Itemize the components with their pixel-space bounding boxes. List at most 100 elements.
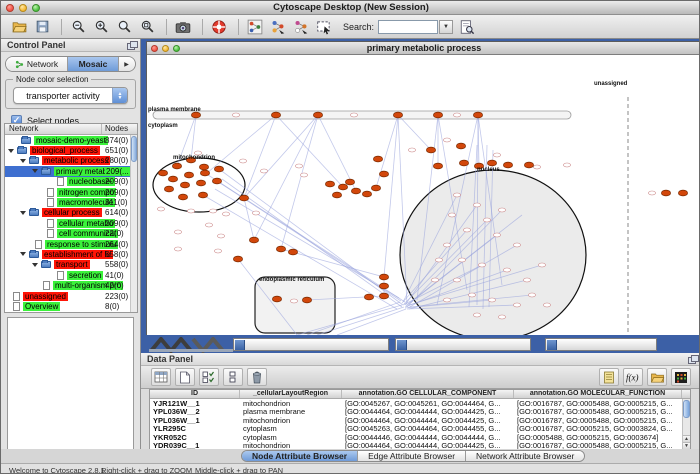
gene-node-small[interactable] [214,249,221,253]
zoom-out-icon[interactable] [68,17,88,37]
network-edge[interactable] [254,115,318,240]
gene-node[interactable] [249,237,258,243]
gene-node-small[interactable] [453,193,460,197]
unified-attributes-icon[interactable] [223,368,243,386]
gene-node-small[interactable] [252,211,259,215]
gene-node-small[interactable] [205,223,212,227]
tree-row[interactable]: secretion41(0) [5,270,130,280]
gene-node-small[interactable] [563,163,570,167]
annotation-notes-icon[interactable] [599,368,619,386]
tree-row[interactable]: cellular metabo209(0) [5,218,130,228]
tree-row[interactable]: metabolic process280(0) [5,156,130,166]
col-cellular-layout-region[interactable]: _cellularLayoutRegion [240,390,342,398]
gene-node[interactable] [198,192,207,198]
attribute-table-icon[interactable] [151,368,171,386]
node-color-dropdown[interactable]: transporter activity ▲▼ [13,87,128,104]
zoom-selected-icon[interactable] [114,17,134,37]
table-row[interactable]: YJR121W__1mitochondrion[GO:0045267, GO:0… [150,399,690,408]
gene-node[interactable] [338,184,347,190]
gene-node-small[interactable] [217,234,224,238]
gene-node-small[interactable] [533,165,540,169]
gene-node[interactable] [433,163,442,169]
tree-row[interactable]: establishment of lo558(0) [5,249,130,259]
gene-node[interactable] [214,166,223,172]
gene-node-small[interactable] [443,138,450,142]
search-input[interactable] [378,20,438,34]
gene-node[interactable] [184,172,193,178]
save-icon[interactable] [32,17,52,37]
open-folder-icon[interactable] [9,17,29,37]
gene-node[interactable] [345,179,354,185]
tree-row[interactable]: macromolecule311(0) [5,197,130,207]
select-attributes-icon[interactable] [199,368,219,386]
gene-node-small[interactable] [523,278,530,282]
gene-node-small[interactable] [543,303,550,307]
col-id[interactable]: ID [150,390,240,398]
gene-node-small[interactable] [473,313,480,317]
tree-row[interactable]: primary metabo209(... [5,166,130,176]
gene-node[interactable] [379,171,388,177]
gene-node-small[interactable] [498,208,505,212]
disclosure-triangle-icon[interactable] [8,149,14,153]
gene-node[interactable] [313,112,322,118]
gene-node[interactable] [168,176,177,182]
disclosure-triangle-icon[interactable] [32,169,38,173]
gene-node[interactable] [362,191,371,197]
gene-node[interactable] [332,192,341,198]
gene-node[interactable] [373,156,382,162]
table-row[interactable]: YPL036W__1mitochondrion[GO:0044464, GO:0… [150,416,690,425]
disclosure-triangle-icon[interactable] [32,263,38,267]
gene-node[interactable] [661,190,670,196]
network-canvas[interactable]: plasma membrane cytoplasm mitochondrion … [147,55,700,335]
gene-node-small[interactable] [538,263,545,267]
tab-mosaic[interactable]: Mosaic [68,57,119,71]
gene-node[interactable] [239,195,248,201]
disclosure-triangle-icon[interactable] [20,252,26,256]
float-panel-icon[interactable] [127,41,136,49]
tree-row[interactable]: transport558(0) [5,260,130,270]
vizmap-nodes-1-icon[interactable] [268,17,288,37]
gene-node[interactable] [459,160,468,166]
gene-node[interactable] [178,194,187,200]
gene-node[interactable] [379,293,388,299]
search-options-icon[interactable] [457,17,477,37]
network-edge[interactable] [337,309,406,335]
network-window-titlebar[interactable]: primary metabolic process [147,42,700,55]
network-edge[interactable] [244,115,276,198]
gene-node[interactable] [276,246,285,252]
table-row[interactable]: YLR295Ccytoplasm[GO:0045263, GO:0044464,… [150,425,690,434]
help-lifering-icon[interactable] [209,17,229,37]
gene-node[interactable] [379,283,388,289]
gene-node-small[interactable] [435,258,442,262]
gene-node[interactable] [456,143,465,149]
gene-node-small[interactable] [295,164,302,168]
search-dropdown-button[interactable]: ▼ [439,20,453,34]
zoom-in-icon[interactable] [91,17,111,37]
table-row[interactable]: YPL036W__2plasma membrane[GO:0044464, GO… [150,408,690,417]
tab-network[interactable]: Network [6,57,68,71]
table-row[interactable]: YKR052Ccytoplasm[GO:0044446, GO:0044444,… [150,433,690,442]
tree-row[interactable]: nucleobase-209(0) [5,177,130,187]
gene-node-small[interactable] [493,233,500,237]
gene-node-small[interactable] [468,293,475,297]
gene-node[interactable] [678,190,687,196]
gene-node-small[interactable] [443,243,450,247]
gene-node-small[interactable] [453,113,460,117]
gene-node-small[interactable] [174,247,181,251]
col-go-molecular-function[interactable]: annotation.GO MOLECULAR_FUNCTION [514,390,682,398]
gene-node[interactable] [158,170,167,176]
background-window-fragment[interactable] [395,338,531,351]
gene-node-small[interactable] [478,263,485,267]
gene-node[interactable] [379,274,388,280]
gene-node[interactable] [199,164,208,170]
gene-node-small[interactable] [187,209,194,213]
tree-row[interactable]: response to stimulu264(0) [5,239,130,249]
selection-mode-icon[interactable] [314,17,334,37]
col-go-cellular-component[interactable]: annotation.GO CELLULAR_COMPONENT [342,390,514,398]
gene-node-small[interactable] [174,230,181,234]
gene-node-small[interactable] [408,148,415,152]
disclosure-triangle-icon[interactable] [20,211,26,215]
gene-node-small[interactable] [463,228,470,232]
background-window-fragment[interactable] [233,338,389,351]
gene-node-small[interactable] [300,173,307,177]
